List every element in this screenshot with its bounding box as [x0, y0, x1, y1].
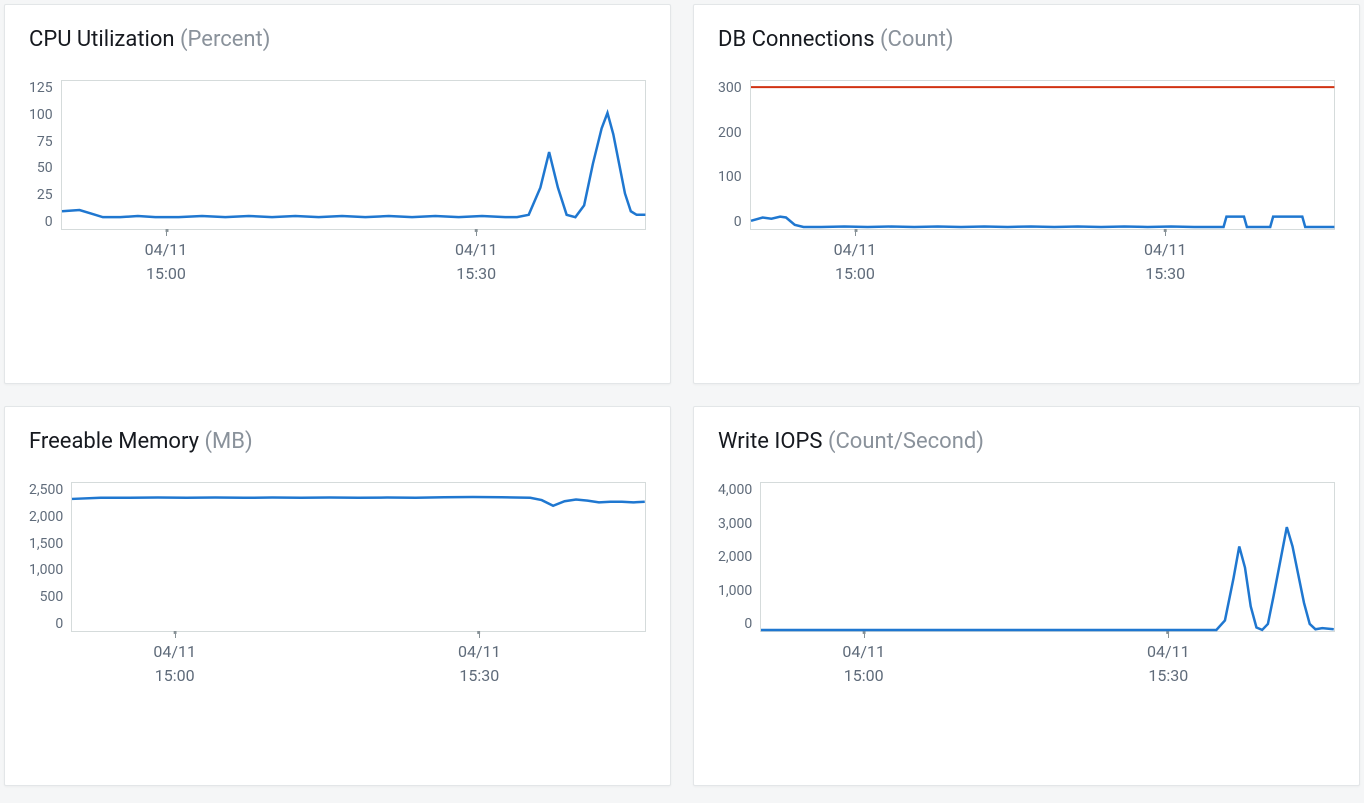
y-tick-label: 2,500	[29, 482, 63, 498]
metric-name: Write IOPS	[718, 429, 822, 454]
y-tick-label: 0	[45, 214, 53, 230]
metric-unit: (Percent)	[180, 27, 270, 52]
y-tick-label: 300	[718, 80, 742, 96]
metric-unit: (Count/Second)	[828, 429, 984, 454]
panel-cpu-utilization: CPU Utilization (Percent) 125 100 75 50 25 0 …	[4, 4, 671, 384]
panel-write-iops: Write IOPS (Count/Second) 4,000 3,000 2,00…	[693, 406, 1360, 786]
panel-title: Write IOPS (Count/Second)	[718, 429, 1335, 454]
series-line	[751, 217, 1334, 227]
chart-svg	[761, 483, 1334, 631]
y-tick-label: 50	[37, 160, 53, 176]
plot-area[interactable]	[750, 80, 1335, 230]
y-tick-label: 100	[718, 169, 742, 185]
panel-title: CPU Utilization (Percent)	[29, 27, 646, 52]
metric-name: CPU Utilization	[29, 27, 175, 52]
plot-area[interactable]	[71, 482, 646, 632]
y-tick-label: 0	[744, 616, 752, 632]
x-tick-label: 04/1115:00	[153, 640, 196, 688]
y-tick-label: 4,000	[718, 482, 752, 498]
chart-svg	[62, 81, 645, 229]
chart[interactable]: 4,0003,0002,0001,0000 04/1115:0004/1115:…	[718, 482, 1335, 742]
metric-name: DB Connections	[718, 27, 875, 52]
panel-freeable-memory: Freeable Memory (MB) 2,500 2,000 1,500 1,00…	[4, 406, 671, 786]
y-tick-label: 2,000	[718, 549, 752, 565]
y-tick-label: 1,500	[29, 536, 63, 552]
x-tick-label: 04/1115:30	[455, 238, 498, 286]
x-axis: 04/1115:00 04/1115:30	[750, 238, 1335, 298]
chart-svg	[751, 81, 1334, 229]
x-tick-label: 04/1115:30	[1147, 640, 1190, 688]
x-axis: 04/1115:00 04/1115:30	[61, 238, 646, 298]
x-tick-label: 04/1115:30	[458, 640, 501, 688]
y-axis: 125 100 75 50 25 0	[29, 80, 61, 230]
metric-unit: (MB)	[205, 429, 253, 454]
chart-svg	[72, 483, 645, 631]
x-axis: 04/1115:00 04/1115:30	[760, 640, 1335, 700]
x-axis: 04/1115:00 04/1115:30	[71, 640, 646, 700]
panel-title: Freeable Memory (MB)	[29, 429, 646, 454]
x-tick-label: 04/1115:30	[1144, 238, 1187, 286]
metric-unit: (Count)	[880, 27, 954, 52]
y-tick-label: 1,000	[29, 562, 63, 578]
y-tick-label: 500	[40, 589, 64, 605]
chart[interactable]: 125 100 75 50 25 0 04/1115:00 04/1115:30	[29, 80, 646, 340]
y-tick-label: 0	[734, 214, 742, 230]
y-axis: 2,500 2,000 1,500 1,000 500 0	[29, 482, 71, 632]
dashboard-grid: CPU Utilization (Percent) 125 100 75 50 25 0 …	[0, 0, 1364, 790]
panel-title: DB Connections (Count)	[718, 27, 1335, 52]
plot-area[interactable]	[61, 80, 646, 230]
y-tick-label: 200	[718, 125, 742, 141]
x-tick-label: 04/1115:00	[834, 238, 877, 286]
x-tick-label: 04/1115:00	[145, 238, 188, 286]
y-axis: 4,000 3,000 2,000 1,000 0	[718, 482, 760, 632]
y-tick-label: 1,000	[718, 583, 752, 599]
y-tick-label: 125	[29, 80, 53, 96]
y-axis: 300 200 100 0	[718, 80, 750, 230]
plot-area[interactable]	[760, 482, 1335, 632]
series-line	[761, 527, 1334, 630]
y-tick-label: 100	[29, 107, 53, 123]
y-tick-label: 75	[37, 134, 53, 150]
x-tick-label: 04/1115:00	[842, 640, 885, 688]
chart[interactable]: 2,5002,0001,5001,0005000 04/1115:0004/11…	[29, 482, 646, 742]
y-tick-label: 2,000	[29, 509, 63, 525]
metric-name: Freeable Memory	[29, 429, 199, 454]
series-line	[72, 497, 645, 506]
series-line	[62, 113, 645, 217]
y-tick-label: 0	[55, 616, 63, 632]
chart[interactable]: 300 200 100 0 04/1115:00 04/1115:30	[718, 80, 1335, 340]
y-tick-label: 25	[37, 187, 53, 203]
panel-db-connections: DB Connections (Count) 300 200 100 0 04/111…	[693, 4, 1360, 384]
y-tick-label: 3,000	[718, 516, 752, 532]
